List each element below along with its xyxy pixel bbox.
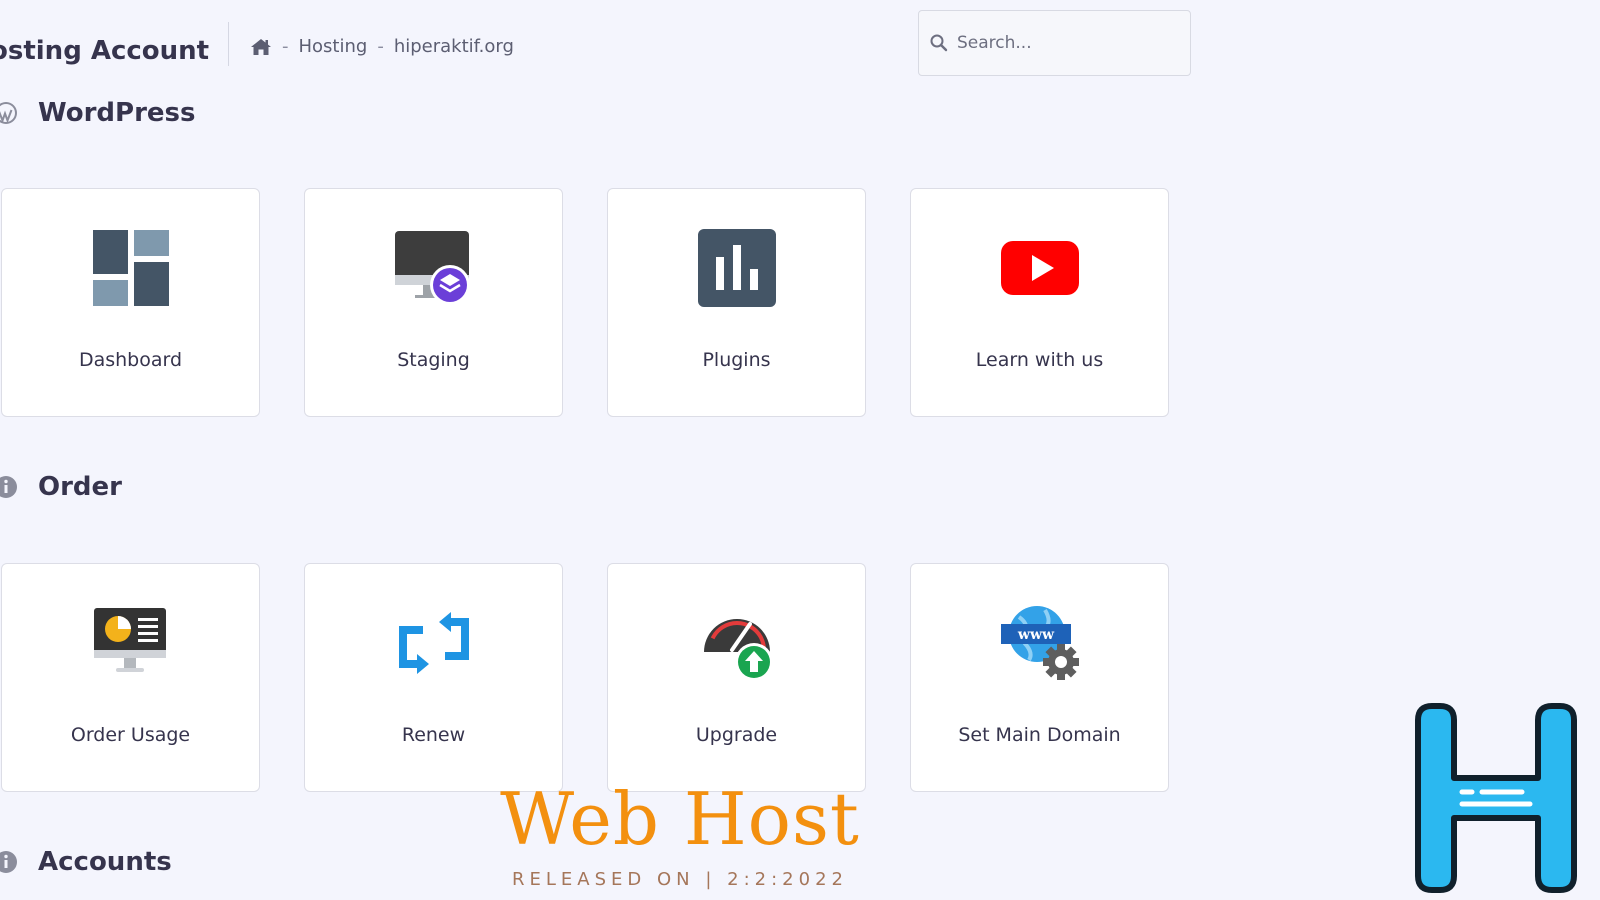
wordpress-card-grid: Dashboard Staging Plugins Learn with us <box>0 188 1169 417</box>
renew-icon <box>398 612 469 674</box>
wordpress-icon <box>0 102 17 124</box>
watermark-title: Web Host <box>500 777 860 861</box>
section-title-accounts: Accounts <box>0 847 172 877</box>
breadcrumb: - Hosting - hiperaktif.org <box>250 36 514 57</box>
breadcrumb-item-domain: hiperaktif.org <box>393 36 514 57</box>
home-icon[interactable] <box>250 37 272 57</box>
breadcrumb-separator: - <box>282 36 289 57</box>
watermark: Web Host RELEASED ON | 2:2:2022 <box>495 783 865 890</box>
section-title-wordpress: WordPress <box>0 98 196 128</box>
set-main-domain-icon: www <box>1000 606 1079 680</box>
info-icon <box>0 476 17 498</box>
section-title-label: Order <box>38 472 122 502</box>
section-title-label: WordPress <box>38 98 196 128</box>
upgrade-icon <box>703 619 773 681</box>
card-order-usage[interactable]: Order Usage <box>1 563 260 792</box>
watermark-subtitle: RELEASED ON | 2:2:2022 <box>512 869 848 890</box>
card-set-main-domain[interactable]: www Set Main Domain <box>910 563 1169 792</box>
card-label: Plugins <box>702 349 771 371</box>
card-label: Dashboard <box>78 349 183 371</box>
card-dashboard[interactable]: Dashboard <box>1 188 260 417</box>
card-label: Order Usage <box>70 724 191 746</box>
card-learn-with-us[interactable]: Learn with us <box>910 188 1169 417</box>
card-label: Learn with us <box>975 349 1104 371</box>
header-divider <box>228 22 229 66</box>
svg-text:www: www <box>1016 627 1054 643</box>
plugins-icon <box>697 229 776 307</box>
section-title-order: Order <box>0 472 122 502</box>
card-label: Renew <box>401 724 466 746</box>
card-plugins[interactable]: Plugins <box>607 188 866 417</box>
card-renew[interactable]: Renew <box>304 563 563 792</box>
search-box[interactable] <box>918 10 1191 76</box>
breadcrumb-item-hosting[interactable]: Hosting <box>299 36 368 57</box>
order-usage-icon <box>93 608 166 672</box>
header: osting Account - Hosting - hiperaktif.or… <box>0 10 1200 76</box>
card-upgrade[interactable]: Upgrade <box>607 563 866 792</box>
info-icon <box>0 851 17 873</box>
staging-icon <box>394 231 470 305</box>
card-label: Set Main Domain <box>958 724 1121 746</box>
section-title-label: Accounts <box>38 847 172 877</box>
page-title: osting Account <box>0 36 210 66</box>
card-label: Upgrade <box>695 724 778 746</box>
card-staging[interactable]: Staging <box>304 188 563 417</box>
dashboard-icon <box>92 230 169 306</box>
search-input[interactable] <box>957 33 1177 53</box>
search-icon <box>930 34 948 52</box>
h-logo-icon <box>1415 703 1577 893</box>
youtube-icon <box>1000 241 1079 295</box>
breadcrumb-separator: - <box>377 36 384 57</box>
card-label: Staging <box>397 349 470 371</box>
order-card-grid: Order Usage Renew Upgrade www Set Main D… <box>0 563 1169 792</box>
